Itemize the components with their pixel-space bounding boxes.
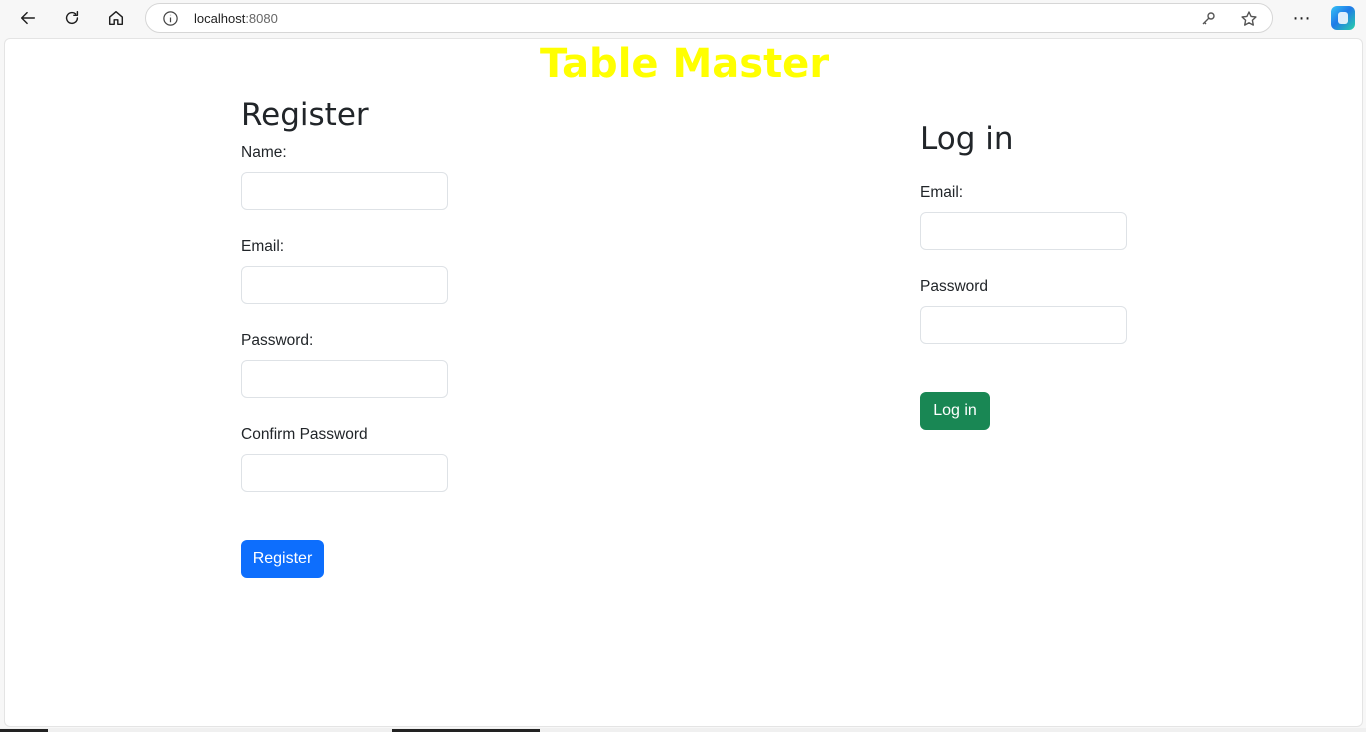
- back-button[interactable]: [13, 3, 43, 33]
- copilot-icon[interactable]: [1331, 6, 1355, 30]
- favorite-star-icon[interactable]: [1240, 10, 1258, 28]
- confirm-password-label: Confirm Password: [241, 426, 368, 443]
- key-icon[interactable]: [1200, 11, 1216, 27]
- site-title: Table Master: [539, 41, 830, 87]
- register-heading: Register: [241, 97, 369, 133]
- register-password-input[interactable]: [241, 360, 448, 398]
- login-email-input[interactable]: [920, 212, 1127, 250]
- url-port: :8080: [245, 11, 278, 26]
- more-dots-icon: ⋯: [1292, 7, 1312, 28]
- page-viewport: Table Master Register Name: Email: Passw…: [4, 38, 1363, 727]
- login-password-label: Password: [920, 278, 989, 295]
- login-password-input[interactable]: [920, 306, 1127, 344]
- register-name-input[interactable]: [241, 172, 448, 210]
- home-button[interactable]: [101, 3, 131, 33]
- login-button[interactable]: Log in: [920, 392, 990, 430]
- register-button[interactable]: Register: [241, 540, 324, 578]
- refresh-button[interactable]: [57, 3, 87, 33]
- login-heading: Log in: [920, 121, 1014, 157]
- more-options-button[interactable]: ⋯: [1288, 3, 1316, 33]
- name-label: Name:: [241, 144, 287, 161]
- address-bar[interactable]: localhost:8080: [145, 3, 1273, 33]
- home-icon: [108, 10, 124, 26]
- url-host: localhost: [194, 11, 246, 26]
- login-email-label: Email:: [920, 184, 964, 201]
- taskbar-strip: [0, 728, 1366, 732]
- register-confirm-password-input[interactable]: [241, 454, 448, 492]
- browser-toolbar: localhost:8080 ⋯: [0, 0, 1366, 37]
- password-label: Password:: [241, 332, 314, 349]
- back-arrow-icon: [20, 11, 36, 25]
- site-info-icon[interactable]: [162, 10, 179, 27]
- email-label: Email:: [241, 238, 285, 255]
- url-text: localhost:8080: [194, 11, 278, 26]
- register-email-input[interactable]: [241, 266, 448, 304]
- refresh-icon: [65, 10, 79, 25]
